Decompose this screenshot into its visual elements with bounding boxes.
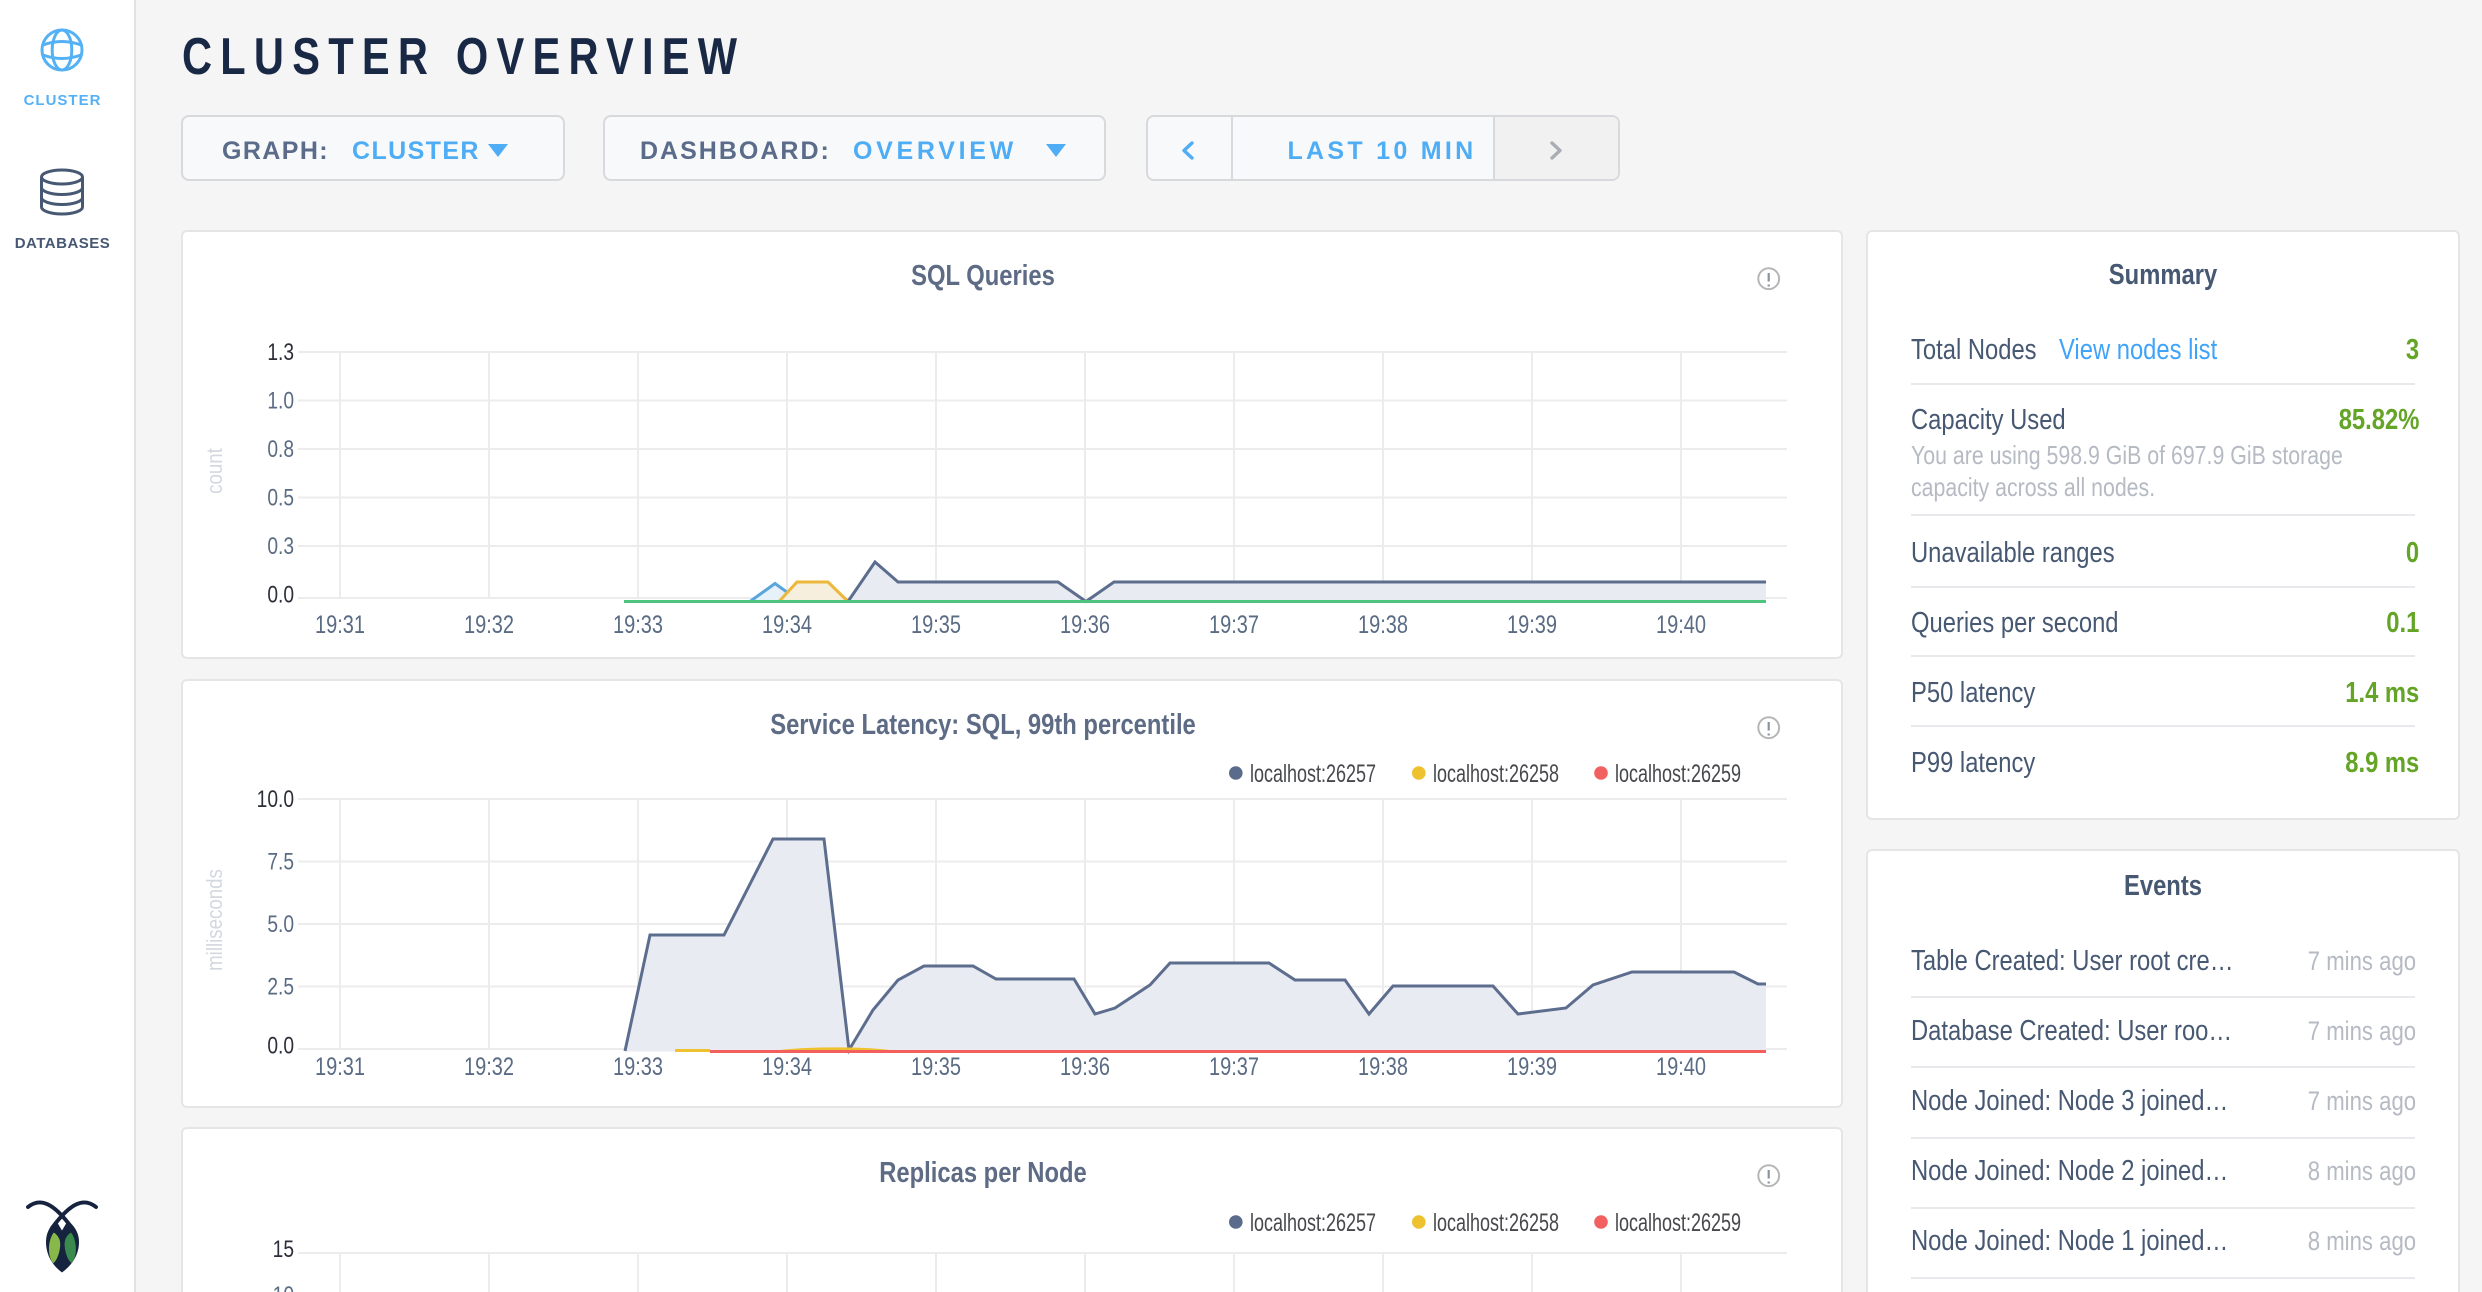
svg-text:1.0: 1.0: [267, 386, 294, 414]
svg-text:19:38: 19:38: [1358, 611, 1408, 639]
svg-text:localhost:26257: localhost:26257: [1250, 759, 1376, 788]
svg-text:19:33: 19:33: [613, 611, 663, 639]
svg-text:1.3: 1.3: [267, 338, 294, 366]
svg-text:localhost:26259: localhost:26259: [1615, 1208, 1741, 1237]
svg-text:19:34: 19:34: [762, 1053, 812, 1081]
svg-text:19:40: 19:40: [1656, 1053, 1706, 1081]
svg-text:19:37: 19:37: [1209, 1053, 1259, 1081]
svg-text:19:37: 19:37: [1209, 611, 1259, 639]
svg-text:19:34: 19:34: [762, 611, 812, 639]
svg-text:7.5: 7.5: [267, 847, 294, 875]
svg-text:localhost:26258: localhost:26258: [1433, 1208, 1559, 1237]
svg-text:19:40: 19:40: [1656, 611, 1706, 639]
svg-text:15: 15: [273, 1235, 294, 1263]
svg-text:0.0: 0.0: [267, 1031, 294, 1059]
svg-text:0.0: 0.0: [267, 580, 294, 608]
svg-text:2.5: 2.5: [267, 972, 294, 1000]
svg-text:19:38: 19:38: [1358, 1053, 1408, 1081]
svg-text:0.3: 0.3: [267, 532, 294, 560]
svg-text:19:31: 19:31: [315, 611, 365, 639]
svg-text:localhost:26258: localhost:26258: [1433, 759, 1559, 788]
svg-text:19:33: 19:33: [613, 1053, 663, 1081]
svg-text:19:31: 19:31: [315, 1053, 365, 1081]
svg-text:count: count: [204, 448, 228, 494]
svg-text:localhost:26257: localhost:26257: [1250, 1208, 1376, 1237]
svg-text:19:39: 19:39: [1507, 1053, 1557, 1081]
svg-text:10.0: 10.0: [257, 785, 294, 813]
svg-text:0.5: 0.5: [267, 483, 294, 511]
svg-text:19:36: 19:36: [1060, 1053, 1110, 1081]
svg-text:19:35: 19:35: [911, 1053, 961, 1081]
svg-text:19:39: 19:39: [1507, 611, 1557, 639]
svg-text:19:36: 19:36: [1060, 611, 1110, 639]
svg-text:19:32: 19:32: [464, 611, 514, 639]
svg-text:localhost:26259: localhost:26259: [1615, 759, 1741, 788]
svg-text:0.8: 0.8: [267, 435, 294, 463]
svg-text:10: 10: [273, 1281, 294, 1292]
svg-text:19:35: 19:35: [911, 611, 961, 639]
svg-text:milliseconds: milliseconds: [204, 869, 228, 971]
svg-text:19:32: 19:32: [464, 1053, 514, 1081]
svg-text:5.0: 5.0: [267, 910, 294, 938]
